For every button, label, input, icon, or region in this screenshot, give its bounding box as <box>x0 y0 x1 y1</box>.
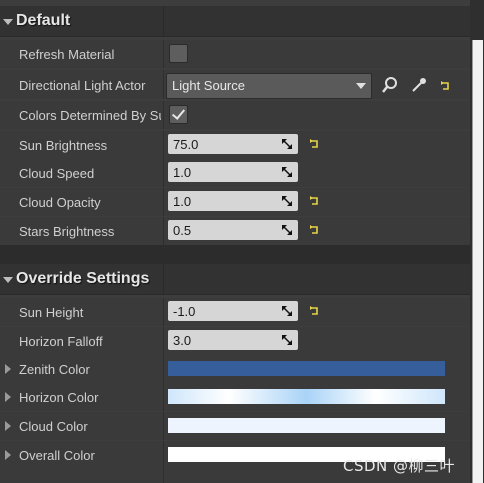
sun-brightness-value: 75.0 <box>173 137 199 152</box>
refresh-material-checkbox[interactable] <box>169 44 188 63</box>
label-zenith-color: Zenith Color <box>19 362 90 377</box>
column-divider <box>163 188 164 216</box>
column-divider <box>163 101 164 129</box>
sun-brightness-input[interactable]: 75.0 <box>168 134 298 154</box>
reset-to-default-icon[interactable] <box>309 304 320 315</box>
expand-arrow-icon[interactable] <box>5 364 11 374</box>
column-divider <box>163 383 164 411</box>
column-divider <box>163 264 164 294</box>
checkmark-icon <box>171 106 186 120</box>
section-header-override[interactable]: Override Settings <box>0 264 470 295</box>
reset-to-default-icon[interactable] <box>440 79 451 90</box>
column-divider <box>163 6 164 36</box>
row-horizon-color: Horizon Color <box>0 383 470 411</box>
cloud-speed-input[interactable]: 1.0 <box>168 162 298 182</box>
row-zenith-color: Zenith Color <box>0 355 470 383</box>
drag-handle-icon[interactable] <box>281 138 293 150</box>
row-cloud-speed: Cloud Speed 1.0 <box>0 159 470 187</box>
cloud-opacity-input[interactable]: 1.0 <box>168 191 298 211</box>
light-actor-value: Light Source <box>172 78 245 93</box>
horizon-color-swatch[interactable] <box>168 389 445 404</box>
expand-arrow-icon[interactable] <box>5 392 11 402</box>
sun-height-input[interactable]: -1.0 <box>168 301 298 321</box>
collapse-arrow-icon[interactable] <box>3 277 13 283</box>
label-refresh-material: Refresh Material <box>19 47 115 62</box>
cloud-color-swatch[interactable] <box>168 418 445 433</box>
label-sun-brightness: Sun Brightness <box>19 138 108 153</box>
reset-to-default-icon[interactable] <box>309 137 320 148</box>
collapse-arrow-icon[interactable] <box>3 19 13 25</box>
sun-height-value: -1.0 <box>173 304 196 319</box>
row-refresh-material: Refresh Material <box>0 40 470 68</box>
row-horizon-falloff: Horizon Falloff 3.0 <box>0 327 470 355</box>
label-horizon-color: Horizon Color <box>19 390 99 405</box>
label-stars-brightness: Stars Brightness <box>19 224 115 239</box>
drag-handle-icon[interactable] <box>281 305 293 317</box>
column-divider <box>163 40 164 68</box>
label-sun-height: Sun Height <box>19 305 84 320</box>
light-actor-dropdown[interactable]: Light Source <box>166 73 372 99</box>
cloud-speed-value: 1.0 <box>173 165 192 180</box>
expand-arrow-icon[interactable] <box>5 421 11 431</box>
row-cloud-opacity: Cloud Opacity 1.0 <box>0 188 470 216</box>
section-title-override: Override Settings <box>16 270 150 287</box>
stars-brightness-value: 0.5 <box>173 223 192 238</box>
cloud-opacity-value: 1.0 <box>173 194 192 209</box>
label-cloud-opacity: Cloud Opacity <box>19 195 101 210</box>
reset-to-default-icon[interactable] <box>309 194 320 205</box>
watermark: CSDN @柳三叶 <box>343 457 456 475</box>
row-stars-brightness: Stars Brightness 0.5 <box>0 217 470 245</box>
label-directional-light-actor: Directional Light Actor <box>19 78 146 93</box>
search-icon[interactable] <box>381 76 399 94</box>
label-cloud-speed: Cloud Speed <box>19 166 95 181</box>
row-sun-brightness: Sun Brightness 75.0 <box>0 131 470 159</box>
stars-brightness-input[interactable]: 0.5 <box>168 220 298 240</box>
column-divider <box>163 441 164 483</box>
colors-determined-checkbox[interactable] <box>169 105 188 124</box>
label-colors-determined: Colors Determined By Sun <box>19 108 161 123</box>
label-cloud-color: Cloud Color <box>19 419 88 434</box>
chevron-down-icon <box>356 83 366 89</box>
drag-handle-icon[interactable] <box>281 224 293 236</box>
drag-handle-icon[interactable] <box>281 334 293 346</box>
drag-handle-icon[interactable] <box>281 195 293 207</box>
row-directional-light-actor: Directional Light Actor Light Source <box>0 70 470 99</box>
column-divider <box>163 412 164 440</box>
column-divider <box>163 159 164 187</box>
horizon-falloff-input[interactable]: 3.0 <box>168 330 298 350</box>
horizon-falloff-value: 3.0 <box>173 333 192 348</box>
reset-to-default-icon[interactable] <box>309 223 320 234</box>
section-title-default: Default <box>16 12 71 29</box>
column-divider <box>163 70 164 99</box>
eyedropper-icon[interactable] <box>410 76 428 94</box>
drag-handle-icon[interactable] <box>281 166 293 178</box>
scrollbar[interactable] <box>472 40 483 483</box>
column-divider <box>163 131 164 159</box>
column-divider <box>163 298 164 326</box>
label-horizon-falloff: Horizon Falloff <box>19 334 103 349</box>
section-header-default[interactable]: Default <box>0 6 470 37</box>
expand-arrow-icon[interactable] <box>5 450 11 460</box>
row-cloud-color: Cloud Color <box>0 412 470 440</box>
row-sun-height: Sun Height -1.0 <box>0 298 470 326</box>
column-divider <box>163 217 164 245</box>
zenith-color-swatch[interactable] <box>168 361 445 376</box>
column-divider <box>163 355 164 383</box>
section-gap <box>0 245 470 264</box>
row-colors-determined: Colors Determined By Sun <box>0 101 470 129</box>
label-overall-color: Overall Color <box>19 448 95 463</box>
column-divider <box>163 327 164 355</box>
